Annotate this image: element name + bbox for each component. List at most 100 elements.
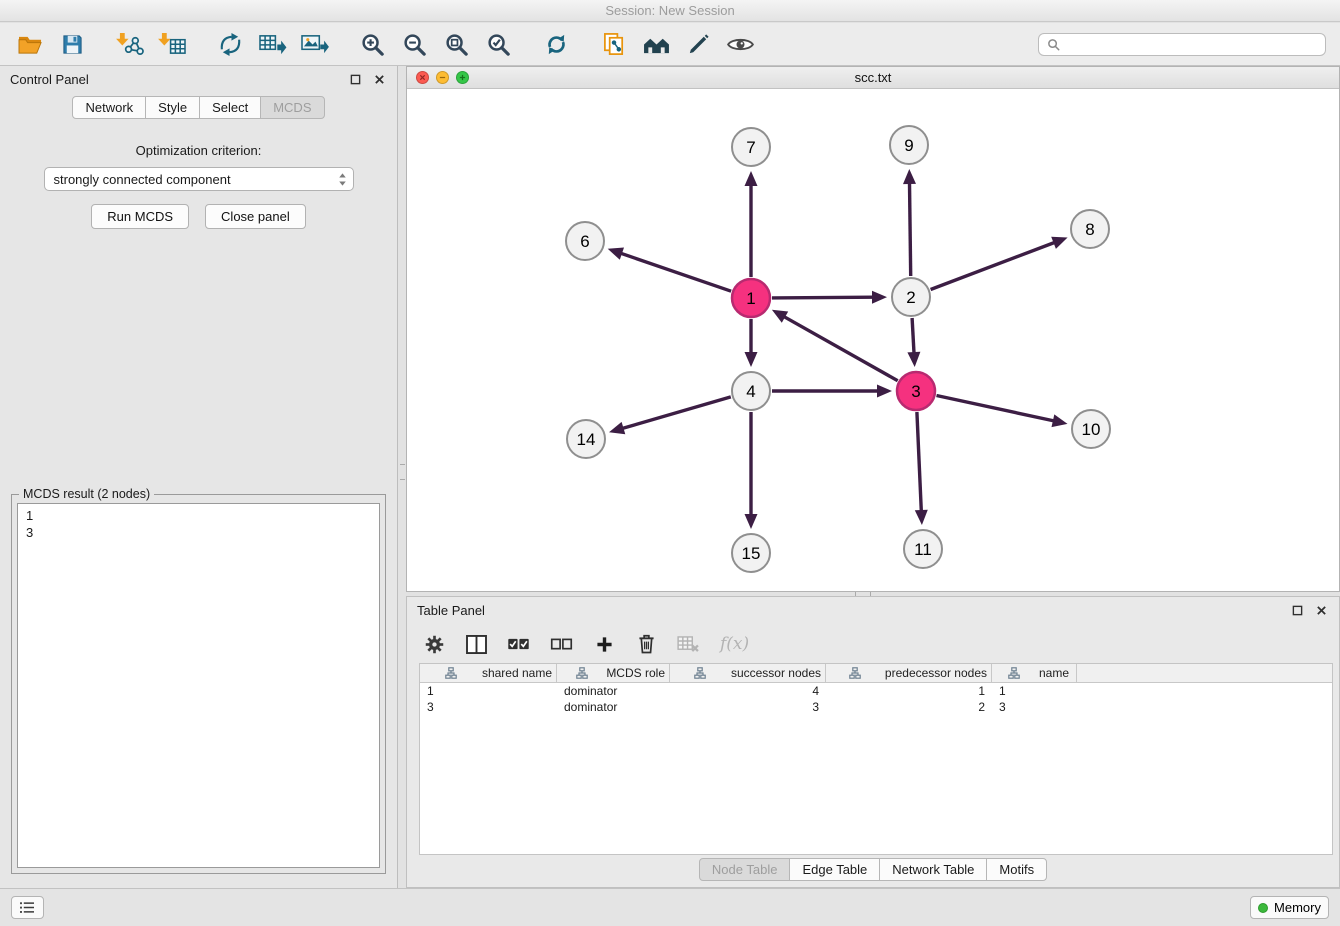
search-icon (1047, 38, 1060, 51)
zoom-selected-region-button[interactable] (482, 28, 514, 60)
column-sort-icon (996, 667, 1032, 679)
zoom-fit-content-icon (444, 32, 469, 57)
column-header-predecessor-nodes[interactable]: predecessor nodes (826, 664, 992, 682)
close-panel-button[interactable] (371, 71, 387, 87)
graph-node-label: 15 (742, 544, 761, 563)
window-zoom-button[interactable] (456, 71, 469, 84)
graph-edge-1-2[interactable] (772, 297, 873, 298)
graph-edge-3-1[interactable] (784, 317, 898, 381)
deselect-all-columns-button[interactable] (550, 631, 573, 657)
zoom-in-button[interactable] (356, 28, 388, 60)
table-panel-header: Table Panel (407, 597, 1339, 623)
graph-edge-1-6[interactable] (621, 253, 731, 291)
table-row[interactable]: 3dominator323 (420, 699, 1332, 715)
graph-edge-arrow (745, 514, 758, 529)
task-history-button[interactable] (11, 896, 44, 919)
control-panel-header: Control Panel (0, 66, 397, 92)
graph-edge-2-9[interactable] (910, 183, 911, 276)
window-minimize-button[interactable] (436, 71, 449, 84)
export-image-button[interactable] (298, 28, 330, 60)
dropdown-stepper-icon (338, 172, 347, 187)
save-session-icon (61, 33, 84, 56)
column-header-label: predecessor nodes (885, 666, 987, 680)
table-mode-button[interactable] (423, 631, 445, 657)
graph-node-label: 4 (746, 382, 755, 401)
tab-style[interactable]: Style (145, 96, 200, 119)
zoom-out-button[interactable] (398, 28, 430, 60)
tab-mcds[interactable]: MCDS (260, 96, 324, 119)
show-columns-button[interactable] (465, 631, 487, 657)
show-graphics-details-button[interactable] (724, 28, 756, 60)
copy-current-view-button[interactable] (598, 28, 630, 60)
table-cell: 1 (992, 683, 1077, 699)
graph-node-label: 9 (904, 136, 913, 155)
tab-motifs[interactable]: Motifs (986, 858, 1047, 881)
tab-network-table[interactable]: Network Table (879, 858, 987, 881)
table-cell: 3 (992, 699, 1077, 715)
select-all-columns-button[interactable] (507, 631, 530, 657)
first-neighbors-button[interactable] (640, 28, 672, 60)
search-input[interactable] (1066, 37, 1317, 52)
search-box[interactable] (1038, 33, 1326, 56)
graph-node-label: 10 (1082, 420, 1101, 439)
table-row[interactable]: 1dominator411 (420, 683, 1332, 699)
refresh-view-button[interactable] (540, 28, 572, 60)
table-cell: dominator (557, 683, 670, 699)
column-header-label: MCDS role (606, 666, 665, 680)
toolbar-group (540, 28, 572, 60)
create-column-icon (596, 636, 613, 653)
column-sort-icon (424, 667, 478, 679)
splitter-grip[interactable] (400, 464, 405, 480)
copy-current-view-icon (602, 32, 627, 57)
import-network-from-file-button[interactable] (114, 28, 146, 60)
column-header-successor-nodes[interactable]: successor nodes (670, 664, 826, 682)
toolbar-groups (14, 28, 782, 60)
table-cell: 3 (670, 699, 826, 715)
graph-edge-3-10[interactable] (937, 396, 1054, 421)
export-table-button[interactable] (256, 28, 288, 60)
clone-network-icon (217, 32, 244, 57)
create-column-button[interactable] (593, 631, 615, 657)
table-panel-tabs: Node TableEdge TableNetwork TableMotifs (407, 858, 1339, 881)
graph-edge-4-14[interactable] (623, 397, 731, 429)
tab-select[interactable]: Select (199, 96, 261, 119)
run-mcds-button[interactable]: Run MCDS (91, 204, 189, 229)
mcds-result-text[interactable]: 1 3 (17, 503, 380, 868)
float-panel-button[interactable] (347, 71, 363, 87)
zoom-in-icon (360, 32, 385, 57)
column-header-MCDS-role[interactable]: MCDS role (557, 664, 670, 682)
open-session-button[interactable] (14, 28, 46, 60)
table-toolbar: f(x) (407, 623, 1339, 665)
float-table-panel-button[interactable] (1289, 602, 1305, 618)
memory-button[interactable]: Memory (1250, 896, 1329, 919)
tab-edge-table[interactable]: Edge Table (789, 858, 880, 881)
delete-table-icon (677, 636, 700, 653)
close-panel-action-button[interactable]: Close panel (205, 204, 306, 229)
tab-node-table[interactable]: Node Table (699, 858, 791, 881)
select-all-columns-icon (507, 638, 530, 651)
import-table-from-file-button[interactable] (156, 28, 188, 60)
clone-network-button[interactable] (214, 28, 246, 60)
table-body: 1dominator4113dominator323 (420, 683, 1332, 715)
graph-node-label: 2 (906, 288, 915, 307)
network-canvas[interactable]: 7968124314101511 (407, 89, 1339, 591)
graph-edge-2-8[interactable] (931, 243, 1055, 290)
function-builder-button: f(x) (720, 631, 749, 657)
column-header-name[interactable]: name (992, 664, 1077, 682)
column-sort-icon (830, 667, 881, 679)
network-window-titlebar[interactable]: scc.txt (407, 67, 1339, 89)
vertical-splitter[interactable] (399, 66, 406, 888)
export-table-icon (258, 32, 287, 57)
annotation-mode-button[interactable] (682, 28, 714, 60)
close-table-panel-button[interactable] (1313, 602, 1329, 618)
tab-network[interactable]: Network (72, 96, 146, 119)
column-header-shared-name[interactable]: shared name (420, 664, 557, 682)
window-close-button[interactable] (416, 71, 429, 84)
zoom-fit-content-button[interactable] (440, 28, 472, 60)
criterion-dropdown[interactable]: strongly connected component (44, 167, 354, 191)
save-session-button[interactable] (56, 28, 88, 60)
delete-columns-button[interactable] (635, 631, 657, 657)
graph-edge-3-11[interactable] (917, 412, 921, 511)
graph-edge-arrow (907, 352, 920, 367)
graph-edge-2-3[interactable] (912, 318, 914, 353)
